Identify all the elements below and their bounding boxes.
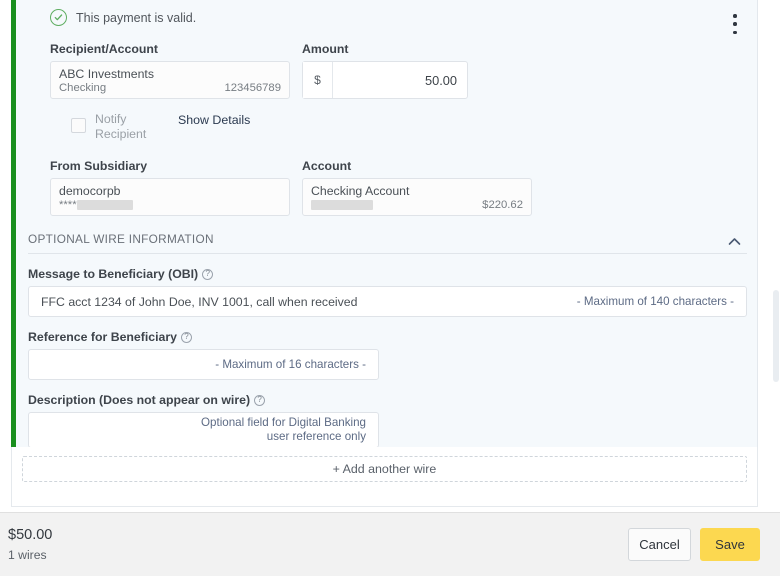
subsidiary-mask-prefix: **** xyxy=(59,198,77,211)
footer-bar: $50.00 1 wires Cancel Save xyxy=(0,512,780,576)
reference-field: Reference for Beneficiary ? - Maximum of… xyxy=(16,330,757,380)
recipient-amount-row: Recipient/Account ABC Investments Checki… xyxy=(38,42,735,99)
recipient-name: ABC Investments xyxy=(59,66,154,81)
add-wire-container: + Add another wire xyxy=(11,447,758,507)
description-label-row: Description (Does not appear on wire) ? xyxy=(28,393,747,407)
subsidiary-name: democorpb xyxy=(59,183,121,198)
amount-field: Amount $ 50.00 xyxy=(302,42,532,99)
kebab-menu-icon[interactable] xyxy=(725,11,745,37)
wire-payment-screen: This payment is valid. Recipient/Account… xyxy=(0,0,780,576)
scrollbar-thumb[interactable] xyxy=(773,290,779,382)
recipient-account-select[interactable]: ABC Investments Checking 123456789 xyxy=(50,61,290,99)
optional-wire-information-section: OPTIONAL WIRE INFORMATION xyxy=(16,232,757,254)
show-details-link[interactable]: Show Details xyxy=(178,113,250,127)
vertical-scrollbar[interactable] xyxy=(772,0,780,512)
description-field: Description (Does not appear on wire) ? … xyxy=(16,393,757,448)
obi-input[interactable]: FFC acct 1234 of John Doe, INV 1001, cal… xyxy=(28,286,747,317)
amount-label: Amount xyxy=(302,42,349,56)
obi-label-row: Message to Beneficiary (OBI) ? xyxy=(28,267,747,281)
add-another-wire-button[interactable]: + Add another wire xyxy=(22,456,747,482)
amount-input-group[interactable]: $ 50.00 xyxy=(302,61,468,99)
total-amount: $50.00 xyxy=(8,526,53,543)
obi-field: Message to Beneficiary (OBI) ? FFC acct … xyxy=(16,267,757,317)
reference-hint: - Maximum of 16 characters - xyxy=(215,357,366,371)
description-label: Description (Does not appear on wire) xyxy=(28,393,251,407)
description-hint-line2: user reference only xyxy=(266,430,366,443)
recipient-account-type: Checking xyxy=(59,81,107,94)
redacted-block xyxy=(311,200,373,210)
account-label: Account xyxy=(302,159,352,173)
account-field: Account Checking Account $220.62 xyxy=(302,159,532,216)
recipient-label: Recipient/Account xyxy=(50,42,158,56)
notify-recipient-checkbox[interactable] xyxy=(71,118,86,133)
subsidiary-label: From Subsidiary xyxy=(50,159,148,173)
amount-input[interactable]: 50.00 xyxy=(333,62,467,98)
account-name: Checking Account xyxy=(311,183,410,198)
obi-hint: - Maximum of 140 characters - xyxy=(576,294,734,308)
account-details: $220.62 xyxy=(311,199,523,212)
subsidiary-masked-number: **** xyxy=(59,199,281,212)
footer-actions: Cancel Save xyxy=(628,528,760,561)
subsidiary-select[interactable]: democorpb **** xyxy=(50,178,290,216)
check-circle-icon xyxy=(50,9,67,26)
account-select[interactable]: Checking Account $220.62 xyxy=(302,178,532,216)
reference-label: Reference for Beneficiary xyxy=(28,330,177,344)
question-circle-icon[interactable]: ? xyxy=(181,331,192,343)
obi-label: Message to Beneficiary (OBI) xyxy=(28,267,199,281)
wire-card: This payment is valid. Recipient/Account… xyxy=(11,0,758,459)
notify-recipient-label: Notify Recipient xyxy=(95,112,147,141)
question-circle-icon[interactable]: ? xyxy=(254,394,266,406)
subsidiary-account-row: From Subsidiary democorpb **** Account C… xyxy=(38,159,735,216)
section-divider xyxy=(28,253,747,254)
recipient-field: Recipient/Account ABC Investments Checki… xyxy=(50,42,290,99)
cancel-button[interactable]: Cancel xyxy=(628,528,691,561)
obi-value: FFC acct 1234 of John Doe, INV 1001, cal… xyxy=(41,294,358,309)
scroll-area: This payment is valid. Recipient/Account… xyxy=(0,0,780,512)
reference-label-row: Reference for Beneficiary ? xyxy=(28,330,747,344)
optional-wire-information-title: OPTIONAL WIRE INFORMATION xyxy=(28,232,214,246)
notify-row: Notify Recipient Show Details xyxy=(38,112,735,142)
subsidiary-field: From Subsidiary democorpb **** xyxy=(50,159,290,216)
recipient-details: Checking 123456789 xyxy=(59,82,281,95)
question-circle-icon[interactable]: ? xyxy=(202,268,214,280)
account-balance: $220.62 xyxy=(482,198,523,211)
currency-symbol: $ xyxy=(303,62,333,98)
reference-input[interactable]: - Maximum of 16 characters - xyxy=(28,349,379,380)
chevron-up-icon[interactable] xyxy=(723,230,745,252)
save-button[interactable]: Save xyxy=(700,528,760,561)
payment-status-text: This payment is valid. xyxy=(76,10,197,25)
description-hint: Optional field for Digital Banking user r… xyxy=(201,416,366,444)
description-hint-line1: Optional field for Digital Banking xyxy=(201,416,366,429)
wire-count: 1 wires xyxy=(8,547,47,562)
totals-summary: $50.00 1 wires xyxy=(8,526,52,564)
description-input[interactable]: Optional field for Digital Banking user r… xyxy=(28,412,379,448)
recipient-account-number: 123456789 xyxy=(224,81,281,94)
payment-status: This payment is valid. xyxy=(38,9,735,26)
redacted-block xyxy=(76,199,133,210)
